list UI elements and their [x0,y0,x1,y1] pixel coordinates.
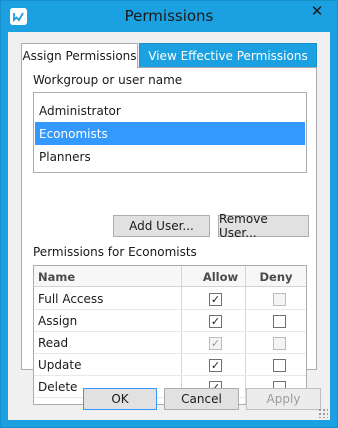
permission-name: Full Access [38,292,104,306]
tab-strip: Assign Permissions View Effective Permis… [21,43,317,68]
cancel-button[interactable]: Cancel [164,388,239,410]
tab-view-effective-permissions[interactable]: View Effective Permissions [139,43,317,68]
grid-header: Name Allow Deny [34,266,306,287]
permissions-grid: Name Allow Deny Full Access ✓ Assign ✓ R… [33,265,307,405]
close-icon[interactable]: ✕ [305,1,329,21]
users-label: Workgroup or user name [33,73,183,87]
permission-name: Assign [38,314,78,328]
permission-name: Update [38,358,82,372]
table-row: Full Access ✓ [34,288,306,310]
column-header-deny[interactable]: Deny [246,266,306,287]
deny-checkbox[interactable] [273,337,286,350]
column-header-name[interactable]: Name [38,266,75,287]
user-list[interactable]: Administrator Economists Planners [33,92,307,173]
table-row: Read ✓ [34,332,306,354]
title-bar[interactable]: Permissions ✕ [1,1,337,32]
allow-checkbox[interactable]: ✓ [209,337,222,350]
allow-checkbox[interactable]: ✓ [209,359,222,372]
tab-assign-permissions[interactable]: Assign Permissions [21,43,138,68]
remove-user-button[interactable]: Remove User... [218,212,309,240]
allow-checkbox[interactable]: ✓ [209,293,222,306]
column-header-allow[interactable]: Allow [199,266,242,287]
deny-checkbox[interactable] [273,315,286,328]
user-item-administrator[interactable]: Administrator [35,99,305,122]
table-row: Assign ✓ [34,310,306,332]
window-title: Permissions [124,7,214,25]
permissions-label: Permissions for Economists [33,245,197,259]
apply-button[interactable]: Apply [246,388,321,410]
user-item-economists[interactable]: Economists [35,122,305,145]
user-item-planners[interactable]: Planners [35,145,305,168]
permissions-window: Permissions ✕ Assign Permissions View Ef… [0,0,338,428]
resize-grip-icon[interactable] [318,408,328,418]
permission-name: Read [38,336,69,350]
dialog-body: Assign Permissions View Effective Permis… [8,32,330,420]
assign-permissions-panel: Workgroup or user name Administrator Eco… [21,67,317,405]
permission-name: Delete [38,380,78,394]
ok-button[interactable]: OK [83,388,157,410]
deny-checkbox[interactable] [273,359,286,372]
add-user-button[interactable]: Add User... [113,215,210,237]
table-row: Update ✓ [34,354,306,376]
allow-checkbox[interactable]: ✓ [209,315,222,328]
deny-checkbox[interactable] [273,293,286,306]
